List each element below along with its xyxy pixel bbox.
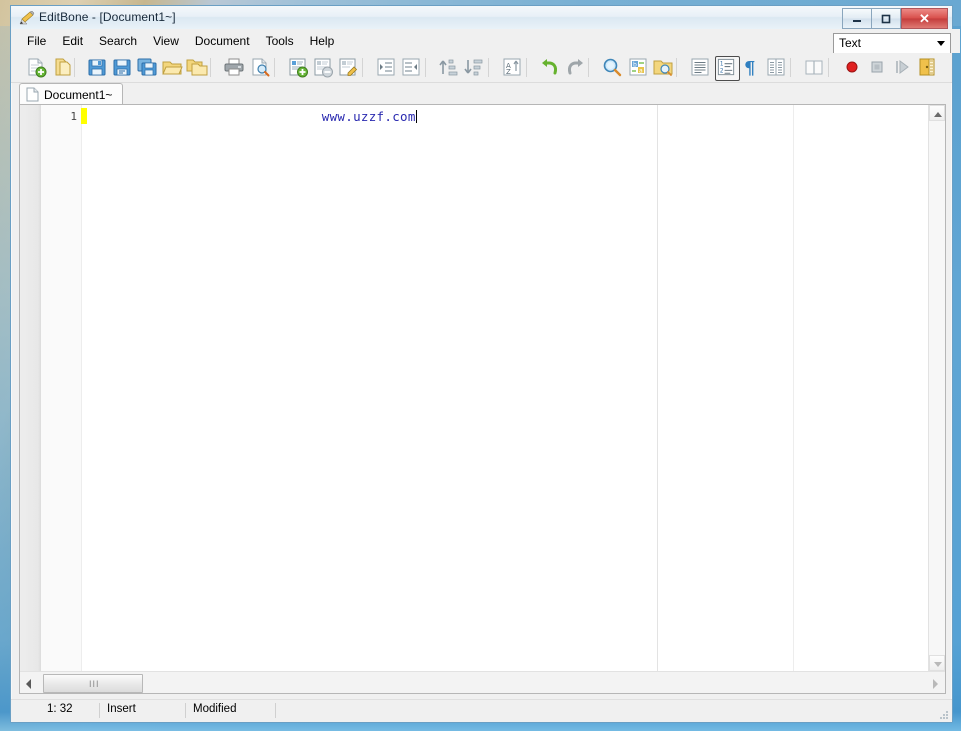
status-modified-state: Modified	[193, 703, 237, 715]
scroll-down-icon[interactable]	[929, 655, 945, 671]
pencil-icon	[19, 11, 35, 25]
vertical-scrollbar[interactable]	[928, 105, 945, 671]
horizontal-scrollbar[interactable]: III	[20, 671, 945, 693]
macro-list-icon[interactable]	[916, 56, 939, 79]
macro-record-icon[interactable]	[841, 56, 864, 79]
scroll-left-icon[interactable]	[21, 674, 38, 691]
horizontal-scroll-thumb[interactable]: III	[43, 674, 143, 693]
svg-text:a: a	[639, 68, 643, 75]
find-in-files-icon[interactable]	[652, 56, 675, 79]
sort-custom-icon[interactable]: A Z	[501, 56, 524, 79]
status-caret-position: 1: 32	[47, 703, 73, 715]
svg-text:1: 1	[720, 62, 724, 68]
window-glass-frame: EditBone - [Document1~] ✕ File Edit Sear…	[0, 0, 961, 731]
replace-icon[interactable]: b a	[627, 56, 650, 79]
toolbar-separator	[74, 58, 75, 77]
resize-grip-icon[interactable]	[936, 707, 950, 721]
scroll-thumb-grip: III	[89, 679, 100, 689]
redo-icon[interactable]	[564, 56, 587, 79]
save-all-icon[interactable]	[136, 56, 159, 79]
toolbar-separator	[526, 58, 527, 77]
save-as-icon[interactable]	[111, 56, 134, 79]
add-record-icon[interactable]	[287, 56, 310, 79]
open-all-folder-icon[interactable]	[186, 56, 209, 79]
svg-text:b: b	[633, 62, 637, 69]
open-folder-icon[interactable]	[161, 56, 184, 79]
menu-document[interactable]: Document	[187, 31, 258, 51]
line-numbers-icon[interactable]: 1 2	[715, 56, 740, 81]
print-icon[interactable]	[223, 56, 246, 79]
status-insert-mode: Insert	[107, 703, 136, 715]
status-separator	[275, 703, 276, 718]
menu-file[interactable]: File	[19, 31, 54, 51]
word-wrap-icon[interactable]	[689, 56, 712, 79]
toolbar-separator	[274, 58, 275, 77]
close-button[interactable]: ✕	[901, 8, 948, 29]
menu-search[interactable]: Search	[91, 31, 145, 51]
edit-record-icon[interactable]	[337, 56, 360, 79]
svg-text:2: 2	[720, 68, 724, 74]
toolbar-separator	[488, 58, 489, 77]
tab-label: Document1~	[44, 87, 113, 102]
maximize-button[interactable]	[871, 8, 901, 29]
margin-guide-line	[657, 105, 658, 671]
toolbar-separator	[828, 58, 829, 77]
macro-play-icon[interactable]	[891, 56, 914, 79]
special-chars-icon[interactable]: ¶	[740, 56, 763, 79]
window-title: EditBone - [Document1~]	[39, 10, 176, 24]
tab-strip: Document1~	[19, 83, 944, 105]
selection-mode-icon[interactable]	[765, 56, 788, 79]
line-number: 1	[70, 110, 77, 123]
macro-stop-icon[interactable]	[866, 56, 889, 79]
indent-decrease-icon[interactable]	[400, 56, 423, 79]
document-type-value: Text	[839, 36, 862, 50]
scroll-up-icon[interactable]	[929, 105, 945, 121]
duplicate-file-icon[interactable]	[51, 56, 74, 79]
menu-tools[interactable]: Tools	[258, 31, 302, 51]
undo-icon[interactable]	[539, 56, 562, 79]
document-type-select[interactable]: Text	[833, 33, 951, 54]
find-icon[interactable]	[601, 56, 624, 79]
save-icon[interactable]	[86, 56, 109, 79]
status-separator	[99, 703, 100, 718]
toolbar-separator	[588, 58, 589, 77]
new-file-icon[interactable]	[25, 56, 48, 79]
editor-area[interactable]: 1 www.uzzf.com III	[19, 104, 946, 694]
print-preview-icon[interactable]	[249, 56, 272, 79]
sort-descending-icon[interactable]	[463, 56, 486, 79]
text-caret	[415, 110, 417, 123]
toolbar: A Z b a 1 2 ¶	[11, 53, 952, 83]
window-controls: ✕	[842, 8, 948, 29]
toolbar-separator	[676, 58, 677, 77]
editor-text-line: www.uzzf.com	[87, 109, 417, 124]
document-icon	[26, 87, 39, 102]
title-bar: EditBone - [Document1~] ✕	[11, 6, 952, 30]
status-separator	[185, 703, 186, 718]
toolbar-separator	[790, 58, 791, 77]
menu-help[interactable]: Help	[302, 31, 343, 51]
application-window: EditBone - [Document1~] ✕ File Edit Sear…	[10, 5, 960, 723]
svg-text:¶: ¶	[744, 58, 755, 78]
text-canvas[interactable]: www.uzzf.com	[87, 105, 928, 671]
svg-text:Z: Z	[506, 68, 511, 76]
chevron-down-icon	[937, 41, 945, 46]
sort-ascending-icon[interactable]	[438, 56, 461, 79]
tab-document1[interactable]: Document1~	[19, 83, 124, 105]
bookmark-gutter[interactable]	[20, 105, 41, 671]
menu-bar: File Edit Search View Document Tools Hel…	[11, 29, 960, 54]
delete-record-icon[interactable]	[312, 56, 335, 79]
status-bar: 1: 32 Insert Modified	[11, 699, 952, 722]
scroll-right-icon[interactable]	[927, 674, 944, 691]
toolbar-separator	[210, 58, 211, 77]
split-view-icon[interactable]	[803, 56, 826, 79]
line-number-gutter: 1	[41, 105, 82, 671]
menu-edit[interactable]: Edit	[54, 31, 91, 51]
indent-increase-icon[interactable]	[375, 56, 398, 79]
minimize-button[interactable]	[842, 8, 871, 29]
toolbar-separator	[425, 58, 426, 77]
margin-guide-line-secondary	[793, 105, 794, 671]
toolbar-separator	[362, 58, 363, 77]
menu-view[interactable]: View	[145, 31, 187, 51]
